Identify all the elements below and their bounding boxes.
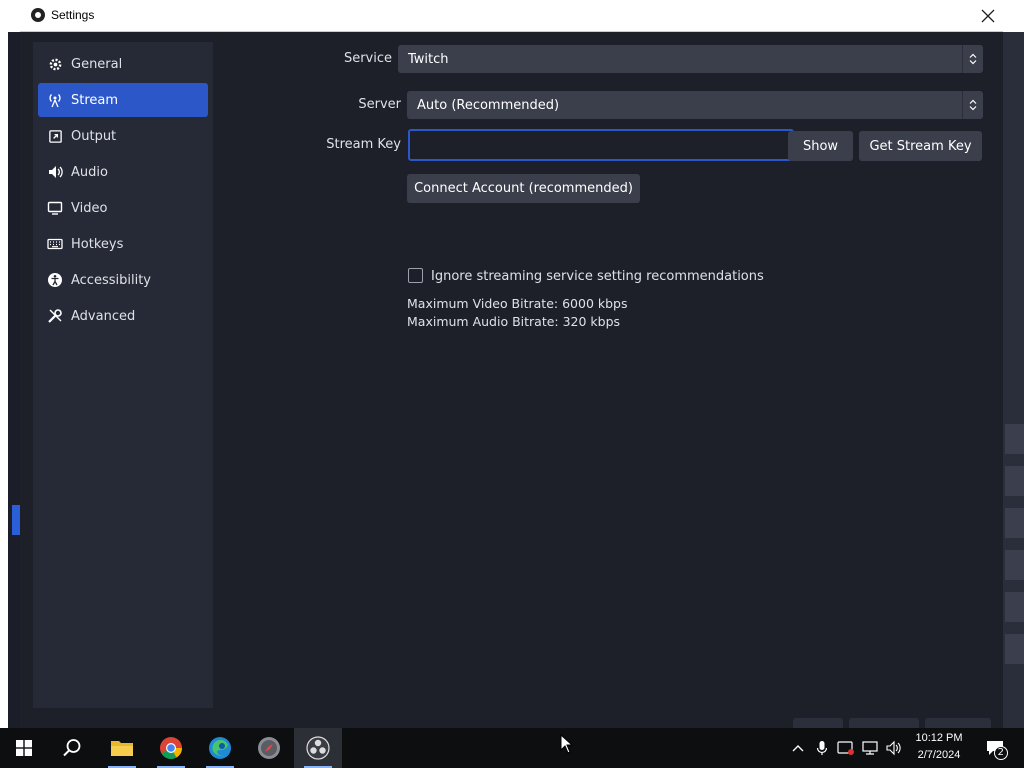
connect-account-button[interactable]: Connect Account (recommended) (407, 174, 640, 203)
up-down-arrows-icon (962, 45, 983, 73)
speaker-icon (47, 164, 63, 180)
output-icon (47, 128, 63, 144)
volume-tray-button[interactable] (884, 738, 904, 758)
obs-taskbar-icon (306, 736, 330, 760)
sidebar-item-label: Advanced (71, 308, 136, 324)
sidebar-item-accessibility[interactable]: Accessibility (38, 263, 208, 297)
chrome-icon (160, 737, 182, 759)
chevron-up-icon (792, 745, 804, 752)
cancel-button[interactable] (849, 718, 919, 728)
server-value: Auto (Recommended) (417, 97, 560, 113)
app-compass-icon (258, 737, 280, 759)
ignore-recommendations-checkbox[interactable] (408, 268, 423, 283)
close-icon (981, 9, 995, 22)
title-bar: Settings (20, 0, 1003, 32)
background-window-right-edge (1003, 32, 1024, 728)
chrome-button[interactable] (147, 728, 195, 768)
window-title: Settings (51, 8, 95, 22)
server-label: Server (358, 97, 401, 112)
microphone-tray-button[interactable] (812, 738, 832, 758)
stream-key-label: Stream Key (326, 137, 401, 152)
ok-button[interactable] (793, 718, 843, 728)
service-label: Service (343, 51, 392, 66)
background-panel-button (1005, 592, 1024, 622)
file-explorer-icon (111, 741, 133, 756)
file-explorer-button[interactable] (98, 728, 146, 768)
sidebar-item-label: Accessibility (71, 272, 151, 288)
network-icon (862, 741, 878, 755)
ignore-recommendations-label[interactable]: Ignore streaming service setting recomme… (431, 269, 764, 284)
server-select[interactable]: Auto (Recommended) (407, 91, 983, 119)
background-window-left-edge (0, 0, 8, 728)
sidebar-item-label: Stream (71, 92, 119, 108)
sidebar-item-hotkeys[interactable]: Hotkeys (38, 227, 208, 261)
sidebar-item-advanced[interactable]: Advanced (38, 299, 208, 333)
microphone-icon (816, 741, 828, 755)
obs-tray-button[interactable] (836, 738, 856, 758)
sidebar-item-label: General (71, 56, 123, 72)
notification-count: 2 (993, 746, 1008, 760)
obs-icon (31, 8, 45, 22)
sidebar-item-label: Output (71, 128, 117, 144)
gear-icon (47, 56, 63, 72)
background-panel-button (1005, 634, 1024, 664)
obs-taskbar-button[interactable] (294, 728, 342, 768)
volume-icon (886, 740, 901, 756)
taskbar-clock[interactable]: 10:12 PM 2/7/2024 (905, 730, 973, 764)
show-key-button[interactable]: Show (788, 131, 853, 161)
taskbar: 10:12 PM 2/7/2024 2 (0, 728, 1024, 768)
sidebar-item-label: Hotkeys (71, 236, 124, 252)
settings-sidebar: General Stream Output Audio Video Hotkey… (33, 42, 213, 708)
monitor-icon (47, 200, 63, 216)
background-panel-button (1005, 424, 1024, 454)
max-video-bitrate-text: Maximum Video Bitrate: 6000 kbps (407, 296, 628, 311)
close-button[interactable] (973, 0, 1003, 31)
compass-app-button[interactable] (245, 728, 293, 768)
sidebar-item-general[interactable]: General (38, 47, 208, 81)
sidebar-item-label: Video (71, 200, 108, 216)
mouse-cursor-icon (560, 734, 574, 754)
max-audio-bitrate-text: Maximum Audio Bitrate: 320 kbps (407, 314, 621, 329)
start-button[interactable] (0, 728, 48, 768)
sidebar-item-audio[interactable]: Audio (38, 155, 208, 189)
accessibility-icon (47, 272, 63, 288)
sidebar-item-output[interactable]: Output (38, 119, 208, 153)
sidebar-item-label: Audio (71, 164, 108, 180)
edge-icon (209, 737, 231, 759)
show-hidden-icons-button[interactable] (788, 738, 808, 758)
sidebar-item-stream[interactable]: Stream (38, 83, 208, 117)
notifications-button[interactable]: 2 (982, 738, 1008, 760)
keyboard-icon (47, 236, 63, 252)
network-tray-button[interactable] (860, 738, 880, 758)
apply-button[interactable] (925, 718, 991, 728)
wrench-icon (47, 308, 63, 324)
start-icon (16, 740, 32, 756)
get-stream-key-button[interactable]: Get Stream Key (859, 131, 982, 161)
edge-button[interactable] (196, 728, 244, 768)
search-icon (63, 739, 81, 757)
background-panel-button (1005, 508, 1024, 538)
recording-tray-icon (837, 741, 854, 755)
service-value: Twitch (408, 51, 449, 67)
antenna-icon (47, 92, 63, 108)
background-panel-button (1005, 550, 1024, 580)
clock-date: 2/7/2024 (917, 749, 961, 761)
background-panel-button (1005, 466, 1024, 496)
sidebar-item-video[interactable]: Video (38, 191, 208, 225)
search-button[interactable] (48, 728, 96, 768)
clock-time: 10:12 PM (915, 732, 963, 744)
stream-key-input[interactable] (408, 129, 794, 161)
settings-dialog: Settings General Stream Output Audio Vid… (20, 0, 1003, 728)
up-down-arrows-icon (962, 91, 983, 119)
service-select[interactable]: Twitch (398, 45, 983, 73)
